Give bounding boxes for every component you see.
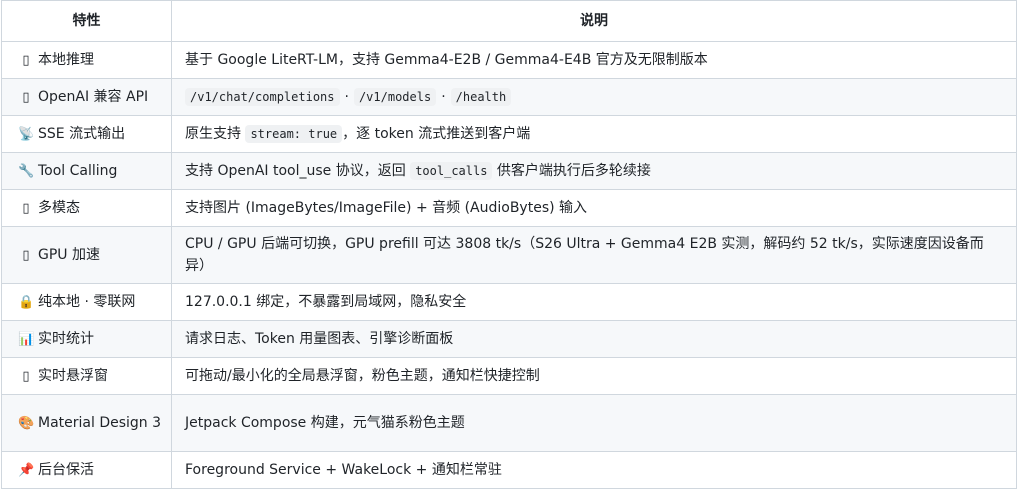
inline-code: tool_calls: [410, 162, 493, 180]
feature-cell: ▯ 多模态: [1, 189, 172, 227]
description-text: 127.0.0.1 绑定，不暴露到局域网，隐私安全: [185, 294, 467, 310]
header-feature: 特性: [1, 0, 172, 42]
description-cell: Foreground Service + WakeLock + 通知栏常驻: [171, 451, 1017, 489]
feature-label: GPU 加速: [38, 246, 100, 263]
table-row: 🔧 Tool Calling 支持 OpenAI tool_use 协议，返回 to…: [1, 152, 1017, 190]
feature-label: 实时悬浮窗: [38, 367, 108, 384]
feature-cell: ▯ OpenAI 兼容 API: [1, 78, 172, 116]
description-text: 基于 Google LiteRT-LM，支持 Gemma4-E2B / Gemm…: [185, 52, 708, 68]
feature-label: 后台保活: [38, 461, 94, 478]
description-text: ，逐 token 流式推送到客户端: [342, 126, 531, 142]
feature-label: 多模态: [38, 199, 80, 216]
inline-code: /v1/chat/completions: [185, 88, 340, 106]
feature-cell: 🎨 Material Design 3: [1, 394, 172, 452]
missing-glyph-icon: ▯: [22, 200, 30, 216]
inline-code: /health: [450, 88, 512, 106]
description-cell: Jetpack Compose 构建，元气猫系粉色主题: [171, 394, 1017, 452]
description-cell: 可拖动/最小化的全局悬浮窗，粉色主题，通知栏快捷控制: [171, 357, 1017, 395]
feature-label: 本地推理: [38, 51, 94, 68]
table-row: 📌 后台保活 Foreground Service + WakeLock + 通知栏…: [1, 451, 1017, 489]
feature-cell: 📌 后台保活: [1, 451, 172, 489]
description-text: 支持图片 (ImageBytes/ImageFile) + 音频 (AudioB…: [185, 200, 588, 216]
missing-glyph-icon: ▯: [22, 52, 30, 68]
feature-label: Material Design 3: [38, 414, 162, 431]
palette-icon: 🎨: [18, 415, 35, 431]
feature-label: OpenAI 兼容 API: [38, 88, 149, 105]
description-cell: 原生支持 stream: true ，逐 token 流式推送到客户端: [171, 115, 1017, 153]
feature-cell: ▯ 本地推理: [1, 41, 172, 79]
description-text: 请求日志、Token 用量图表、引擎诊断面板: [185, 331, 454, 347]
description-text: CPU / GPU 后端可切换，GPU prefill 可达 3808 tk/s…: [185, 236, 984, 274]
separator: ·: [441, 89, 446, 105]
inline-code: stream: true: [245, 125, 343, 143]
pin-icon: 📌: [18, 462, 35, 478]
table-row: ▯ OpenAI 兼容 API/v1/chat/completions ·/v1/m…: [1, 78, 1017, 116]
description-text: 供客户端执行后多轮续接: [492, 163, 651, 179]
feature-cell: 📡 SSE 流式输出: [1, 115, 172, 153]
header-description: 说明: [171, 0, 1017, 42]
feature-label: 纯本地 · 零联网: [38, 293, 136, 310]
table-row: ▯ 实时悬浮窗 可拖动/最小化的全局悬浮窗，粉色主题，通知栏快捷控制: [1, 357, 1017, 395]
feature-cell: 📊 实时统计: [1, 320, 172, 358]
feature-cell: ▯ 实时悬浮窗: [1, 357, 172, 395]
wrench-icon: 🔧: [18, 163, 35, 179]
separator: ·: [344, 89, 349, 105]
table-row: 🎨 Material Design 3 Jetpack Compose 构建，元气猫…: [1, 394, 1017, 452]
description-text: 支持 OpenAI tool_use 协议，返回: [185, 163, 411, 179]
table-row: 📊 实时统计 请求日志、Token 用量图表、引擎诊断面板: [1, 320, 1017, 358]
description-text: Foreground Service + WakeLock + 通知栏常驻: [185, 462, 502, 478]
features-table: 特性 说明 ▯ 本地推理 基于 Google LiteRT-LM，支持 Gemma4…: [1, 0, 1017, 489]
lock-icon: 🔒: [18, 294, 35, 310]
header-row: 特性 说明: [1, 0, 1017, 42]
description-text: 可拖动/最小化的全局悬浮窗，粉色主题，通知栏快捷控制: [185, 368, 540, 384]
feature-cell: 🔧 Tool Calling: [1, 152, 172, 190]
description-cell: 基于 Google LiteRT-LM，支持 Gemma4-E2B / Gemm…: [171, 41, 1017, 79]
feature-cell: 🔒 纯本地 · 零联网: [1, 283, 172, 321]
description-cell: CPU / GPU 后端可切换，GPU prefill 可达 3808 tk/s…: [171, 226, 1017, 284]
table-row: ▯ GPU 加速 CPU / GPU 后端可切换，GPU prefill 可达 38…: [1, 226, 1017, 284]
description-cell: 支持图片 (ImageBytes/ImageFile) + 音频 (AudioB…: [171, 189, 1017, 227]
missing-glyph-icon: ▯: [22, 89, 30, 105]
description-text: Jetpack Compose 构建，元气猫系粉色主题: [185, 415, 465, 431]
description-cell: 请求日志、Token 用量图表、引擎诊断面板: [171, 320, 1017, 358]
feature-label: 实时统计: [38, 330, 94, 347]
description-cell: 127.0.0.1 绑定，不暴露到局域网，隐私安全: [171, 283, 1017, 321]
description-cell: /v1/chat/completions ·/v1/models ·/health: [171, 78, 1017, 116]
inline-code: /v1/models: [353, 88, 437, 106]
feature-label: SSE 流式输出: [38, 125, 126, 142]
bar-chart-icon: 📊: [18, 331, 35, 347]
description-cell: 支持 OpenAI tool_use 协议，返回 tool_calls 供客户端…: [171, 152, 1017, 190]
missing-glyph-icon: ▯: [22, 247, 30, 263]
table-row: ▯ 本地推理 基于 Google LiteRT-LM，支持 Gemma4-E2B /…: [1, 41, 1017, 79]
broadcast-icon: 📡: [18, 126, 35, 142]
missing-glyph-icon: ▯: [22, 368, 30, 384]
feature-label: Tool Calling: [38, 162, 118, 179]
description-text: 原生支持: [185, 126, 246, 142]
table-row: 🔒 纯本地 · 零联网 127.0.0.1 绑定，不暴露到局域网，隐私安全: [1, 283, 1017, 321]
feature-cell: ▯ GPU 加速: [1, 226, 172, 284]
table-row: 📡 SSE 流式输出 原生支持 stream: true ，逐 token 流式推送到…: [1, 115, 1017, 153]
table-row: ▯ 多模态 支持图片 (ImageBytes/ImageFile) + 音频 (Au…: [1, 189, 1017, 227]
